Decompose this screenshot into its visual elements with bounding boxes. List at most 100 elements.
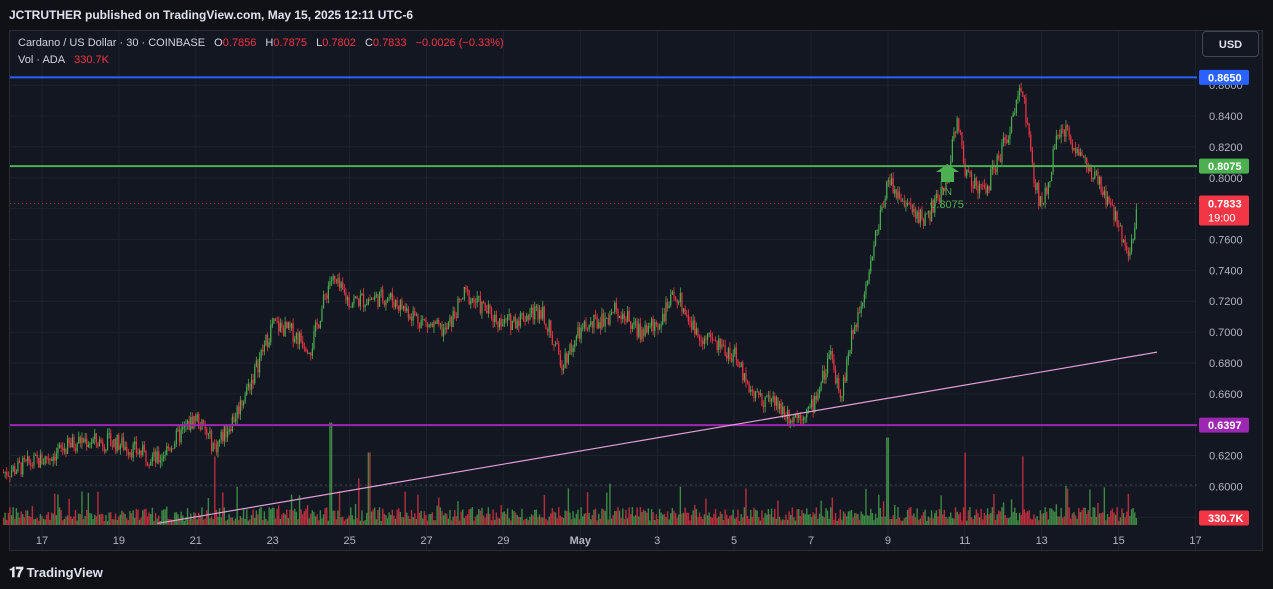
volume-bar: [217, 516, 219, 525]
volume-bar: [698, 512, 701, 525]
symbol-title[interactable]: Cardano / US Dollar · 30 · COINBASE: [18, 37, 205, 49]
volume-bar: [113, 519, 115, 525]
chart-svg[interactable]: IN 0.8075 0.86000.84000.82000.80000.7800…: [0, 0, 1273, 589]
volume-bar: [754, 509, 757, 525]
candle-body: [148, 464, 150, 466]
volume-bar: [366, 512, 368, 525]
candle-body: [55, 453, 57, 461]
volume-bar: [770, 508, 773, 525]
volume-bar: [274, 518, 277, 525]
candle-body: [855, 324, 857, 328]
volume-label[interactable]: Vol · ADA: [18, 54, 65, 66]
candle-body: [524, 321, 526, 323]
volume-bar: [844, 513, 846, 525]
volume-bar: [305, 509, 307, 525]
volume-bar: [631, 507, 634, 525]
candle-body: [566, 353, 568, 363]
volume-bar: [386, 518, 389, 525]
volume-bar: [714, 508, 717, 525]
volume-bar: [326, 507, 328, 525]
volume-bar: [145, 508, 147, 525]
volume-bar: [521, 508, 523, 525]
candle-body: [729, 348, 731, 360]
candle-body: [466, 289, 469, 291]
volume-bar: [462, 509, 464, 525]
volume-bar: [482, 515, 485, 525]
candle-body: [935, 193, 937, 199]
volume-bar: [857, 514, 859, 525]
candle-body: [71, 437, 73, 448]
volume-bar: [577, 509, 579, 525]
volume-bar: [678, 514, 680, 525]
candle-body: [246, 386, 248, 395]
volume-bar: [892, 515, 894, 525]
volume-bar: [767, 509, 770, 525]
candle-body: [417, 314, 419, 324]
volume-bar: [655, 514, 658, 525]
candle-body: [618, 315, 621, 318]
volume-bar: [689, 520, 691, 525]
candle-body: [449, 316, 451, 323]
volume-bar: [297, 519, 299, 525]
volume-bar: [209, 518, 211, 525]
candle-body: [569, 344, 571, 354]
candle-body: [1076, 149, 1078, 154]
volume-bar: [722, 519, 725, 525]
volume-bar: [572, 511, 574, 525]
volume-bar: [254, 517, 256, 525]
time-tick-label: 27: [420, 535, 432, 547]
volume-bar: [324, 508, 326, 525]
volume-bar: [225, 520, 227, 525]
candle-body: [681, 292, 683, 312]
candle-body: [719, 338, 721, 348]
volume-bar: [970, 517, 973, 525]
candle-body: [47, 459, 49, 461]
candle-body: [1103, 190, 1105, 195]
volume-bar: [87, 492, 90, 525]
volume-bar: [580, 507, 582, 525]
candle-body: [774, 396, 776, 406]
volume-bar: [52, 513, 54, 525]
candle-body: [1020, 87, 1022, 92]
volume-bar: [998, 510, 1000, 525]
volume-bar: [1050, 508, 1053, 525]
volume-bar: [732, 509, 734, 525]
volume-bar: [431, 512, 434, 525]
candle-body: [623, 313, 625, 319]
candle-body: [526, 315, 528, 322]
candle-body: [170, 448, 173, 451]
currency-button[interactable]: USD: [1202, 31, 1259, 57]
volume-bar: [602, 509, 605, 525]
volume-bar: [1018, 512, 1021, 525]
volume-bar: [676, 517, 678, 525]
volume-bar: [271, 507, 274, 525]
volume-bar: [17, 512, 19, 525]
candle-body: [1105, 190, 1107, 205]
candle-body: [607, 318, 609, 325]
volume-bar: [564, 510, 566, 525]
candle-body: [530, 307, 533, 314]
volume-bar: [948, 516, 950, 525]
candle-body: [217, 441, 219, 453]
candle-body: [497, 322, 499, 328]
volume-bar: [1114, 514, 1117, 525]
volume-bar: [49, 519, 51, 525]
volume-bar: [940, 495, 942, 525]
candle-body: [145, 450, 147, 462]
volume-bar: [1135, 518, 1138, 525]
volume-bar: [1119, 517, 1122, 525]
candle-body: [1121, 225, 1123, 242]
price-tick-label: 0.7600: [1209, 234, 1243, 246]
candle-body: [479, 296, 481, 314]
volume-bar: [790, 514, 792, 525]
candle-body: [519, 313, 521, 327]
candle-body: [1108, 196, 1110, 203]
candle-body: [745, 373, 747, 382]
candle-body: [644, 325, 646, 336]
candle-body: [820, 382, 822, 390]
candle-body: [641, 329, 643, 340]
open-value: 0.7856: [222, 37, 257, 49]
volume-bar: [385, 515, 387, 525]
volume-bar: [542, 517, 544, 525]
candle-body: [266, 334, 269, 348]
